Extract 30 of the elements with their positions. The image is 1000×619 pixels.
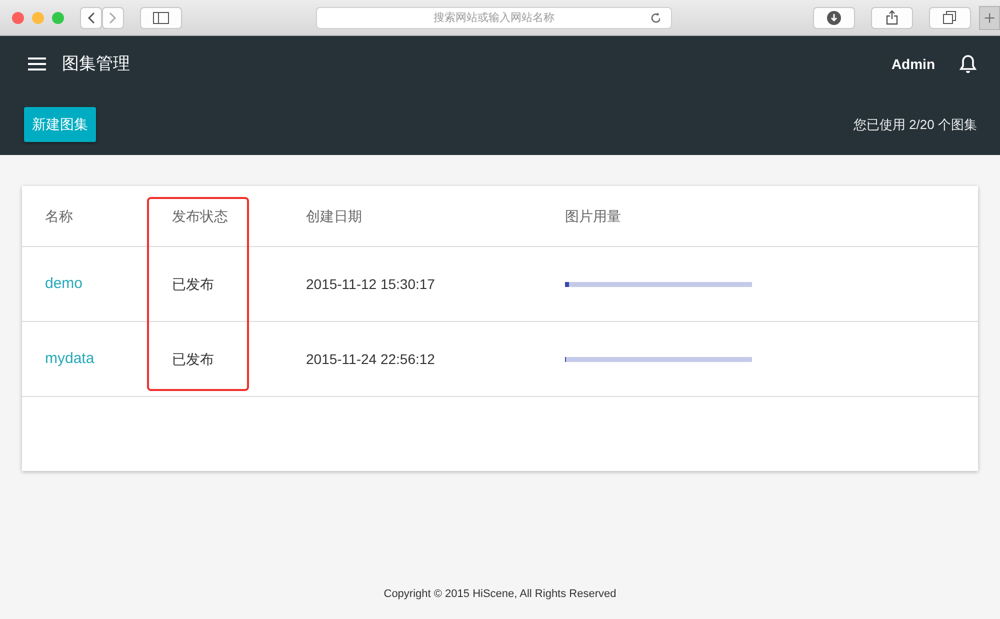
- status-cell: 已发布: [172, 350, 214, 366]
- tabs-button[interactable]: [929, 6, 971, 28]
- sidebar-icon: [152, 12, 169, 24]
- share-icon: [886, 10, 898, 25]
- usage-text: 您已使用 2/20 个图集: [853, 116, 977, 134]
- date-cell: 2015-11-12 15:30:17: [306, 276, 435, 292]
- sidebar-button[interactable]: [140, 6, 182, 28]
- column-header: 创建日期: [306, 208, 362, 224]
- menu-icon[interactable]: [28, 57, 46, 71]
- tabs-icon: [943, 11, 956, 24]
- column-header: 名称: [45, 208, 73, 224]
- address-field[interactable]: 搜索网站或输入网站名称: [316, 6, 672, 28]
- new-tab-icon[interactable]: [978, 6, 1000, 30]
- copyright-text: Copyright © 2015 HiScene, All Rights Reserved: [382, 587, 618, 602]
- bell-icon[interactable]: [959, 54, 977, 74]
- download-icon: [827, 10, 842, 24]
- column-header: 发布状态: [172, 208, 228, 224]
- album-link[interactable]: mydata: [45, 350, 94, 367]
- chevron-left-icon: [87, 12, 95, 24]
- chevron-right-icon: [109, 12, 117, 24]
- share-button[interactable]: [871, 6, 913, 28]
- back-button[interactable]: [80, 6, 102, 28]
- new-album-button[interactable]: 新建图集: [24, 107, 96, 142]
- download-button[interactable]: [813, 6, 856, 28]
- column-header: 图片用量: [565, 208, 621, 224]
- user-name[interactable]: Admin: [891, 54, 935, 74]
- album-link[interactable]: demo: [45, 274, 83, 292]
- status-cell: 已发布: [172, 276, 214, 292]
- app-title: 图集管理: [62, 53, 130, 76]
- date-cell: 2015-11-24 22:56:12: [306, 350, 435, 366]
